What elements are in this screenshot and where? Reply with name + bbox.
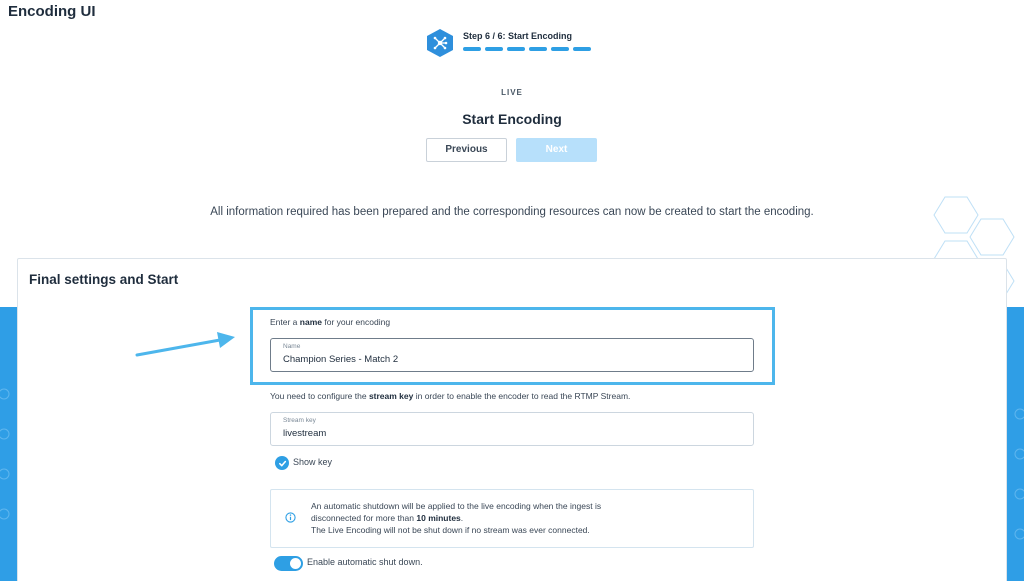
shutdown-duration: 10 minutes xyxy=(416,513,461,523)
stepper: Step 6 / 6: Start Encoding xyxy=(426,28,595,58)
stream-key-emphasis: stream key xyxy=(368,391,414,401)
left-decoration xyxy=(0,388,10,520)
stream-key-field[interactable]: Stream key livestream xyxy=(270,412,754,446)
show-key-label[interactable]: Show key xyxy=(293,457,332,467)
step-progress-segment xyxy=(573,47,591,51)
name-field-label: Name xyxy=(283,343,301,350)
encoding-step-icon xyxy=(426,28,454,58)
next-button[interactable]: Next xyxy=(516,138,597,162)
auto-shutdown-label[interactable]: Enable automatic shut down. xyxy=(307,557,423,567)
step-progress xyxy=(463,47,595,51)
stream-key-prompt: You need to configure the stream key in … xyxy=(270,391,631,401)
name-prompt: Enter a name for your encoding xyxy=(270,317,391,327)
check-icon xyxy=(278,460,286,466)
name-field[interactable]: Name Champion Series - Match 2 xyxy=(270,338,754,372)
show-key-checkbox[interactable] xyxy=(275,456,289,470)
page-title: Start Encoding xyxy=(462,111,562,127)
step-progress-segment xyxy=(507,47,525,51)
stream-key-field-label: Stream key xyxy=(283,417,316,424)
stream-key-field-value[interactable]: livestream xyxy=(283,428,326,439)
info-line-1: An automatic shutdown will be applied to… xyxy=(311,501,602,511)
info-line-2: disconnected for more than 10 minutes. xyxy=(311,513,464,523)
step-label: Step 6 / 6: Start Encoding xyxy=(463,31,573,41)
arrow-icon xyxy=(135,332,235,357)
toggle-knob xyxy=(290,558,301,569)
step-progress-segment xyxy=(551,47,569,51)
step-progress-segment xyxy=(463,47,481,51)
name-prompt-emphasis: name xyxy=(299,317,322,327)
card-title: Final settings and Start xyxy=(29,272,179,287)
previous-button[interactable]: Previous xyxy=(426,138,507,162)
mode-label: LIVE xyxy=(501,88,523,97)
name-field-value[interactable]: Champion Series - Match 2 xyxy=(283,354,398,365)
info-icon xyxy=(285,512,296,523)
intro-text: All information required has been prepar… xyxy=(210,206,814,218)
app-title: Encoding UI xyxy=(8,3,96,20)
auto-shutdown-toggle[interactable] xyxy=(274,556,303,571)
step-progress-segment xyxy=(529,47,547,51)
right-decoration xyxy=(1014,408,1024,540)
info-box: An automatic shutdown will be applied to… xyxy=(270,489,754,548)
info-line-3: The Live Encoding will not be shut down … xyxy=(311,525,590,535)
step-progress-segment xyxy=(485,47,503,51)
